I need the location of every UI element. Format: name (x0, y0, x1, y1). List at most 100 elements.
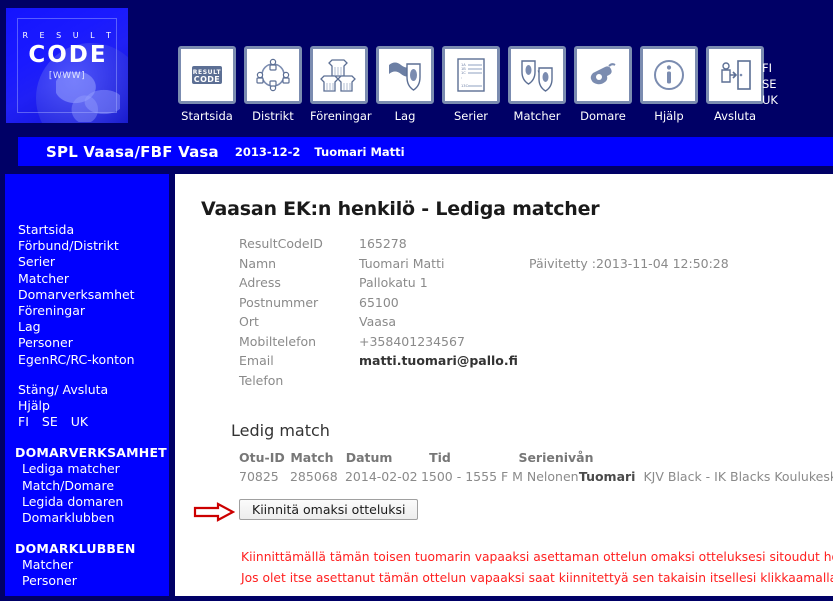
titlebar-user: Tuomari Matti (314, 144, 405, 159)
logo-www-text: [WWW] (48, 71, 86, 81)
field-label-postnummer: Postnummer (239, 294, 319, 310)
warning-messages: Kiinnittämällä tämän toisen tuomarin vap… (241, 547, 833, 589)
field-value-resultcodeid: 165278 (359, 236, 407, 251)
nav-item-serier[interactable]: 1A 1B 1C :13C Serier (442, 46, 500, 123)
logo-inner-frame: R E S U L T CODE [WWW] (17, 18, 117, 113)
cell-datum: 2014-02-02 (344, 469, 418, 484)
nav-button-hjalp[interactable] (640, 46, 698, 104)
exit-door-icon (721, 60, 751, 90)
field-value-adress: Pallokatu 1 (359, 275, 428, 290)
field-row-resultcodeid: ResultCodeID 165278 (239, 236, 833, 256)
field-row-ort: Ort Vaasa (239, 314, 833, 334)
sidebar-item-startsida[interactable]: Startsida (18, 222, 169, 238)
header-lang-se[interactable]: SE (762, 76, 778, 92)
sidebar-heading-domarverksamhet: DOMARVERKSAMHET (15, 445, 167, 461)
svg-text:CODE: CODE (194, 75, 220, 84)
page-title: Vaasan EK:n henkilö - Lediga matcher (201, 198, 600, 220)
sidebar-item-lag[interactable]: Lag (18, 319, 169, 335)
nav-item-hjalp[interactable]: Hjälp (640, 46, 698, 123)
sidebar-item-legida-domaren[interactable]: Legida domaren (22, 494, 169, 510)
match-table: Otu-ID Match Datum Tid Serienivån 70825 … (239, 450, 833, 489)
nav-button-distrikt[interactable] (244, 46, 302, 104)
sidebar-item-matcher[interactable]: Matcher (18, 271, 169, 287)
left-sidebar: Startsida Förbund/Distrikt Serier Matche… (5, 174, 169, 596)
table-header-datum: Datum (345, 450, 393, 465)
info-circle-icon (654, 60, 684, 90)
person-details: ResultCodeID 165278 Namn Tuomari Matti P… (239, 236, 833, 392)
header-lang-fi[interactable]: FI (762, 60, 778, 76)
sidebar-item-hjalp[interactable]: Hjälp (18, 398, 169, 414)
field-value-ort: Vaasa (359, 314, 397, 329)
nav-item-startsida[interactable]: RESULT CODE Startsida (178, 46, 236, 123)
nav-label-lag: Lag (394, 109, 416, 123)
sidebar-item-domarklubben[interactable]: Domarklubben (22, 510, 169, 526)
sidebar-item-stang-avsluta[interactable]: Stäng/ Avsluta (18, 382, 169, 398)
nav-label-hjalp: Hjälp (654, 109, 684, 123)
field-value-namn: Tuomari Matti (359, 255, 445, 271)
field-label-ort: Ort (239, 314, 259, 329)
nav-item-domare[interactable]: Domare (574, 46, 632, 123)
sidebar-lang-se[interactable]: SE (42, 414, 58, 430)
table-row[interactable]: 70825 285068 2014-02-02 1500 - 1555 F M … (239, 469, 833, 489)
nav-button-avsluta[interactable] (706, 46, 764, 104)
application-window: R E S U L T CODE [WWW] RESULT CODE Start… (0, 0, 833, 601)
nav-button-matcher[interactable]: VS (508, 46, 566, 104)
field-value-mobiltelefon: +358401234567 (359, 333, 465, 349)
sidebar-item-forbund-distrikt[interactable]: Förbund/Distrikt (18, 238, 169, 254)
nav-item-lag[interactable]: Lag (376, 46, 434, 123)
jerseys-icon (320, 59, 356, 92)
attach-match-button[interactable]: Kiinnitä omaksi otteluksi (239, 499, 419, 520)
field-row-email: Email matti.tuomari@pallo.fi (239, 353, 833, 373)
sidebar-item-personer[interactable]: Personer (18, 335, 169, 351)
sidebar-item-lediga-matcher[interactable]: Lediga matcher (22, 461, 169, 477)
sidebar-item-klubb-personer[interactable]: Personer (22, 573, 169, 589)
field-row-adress: Adress Pallokatu 1 (239, 275, 833, 295)
cell-tid: 1500 - 1555 (420, 469, 498, 484)
sidebar-item-serier[interactable]: Serier (18, 254, 169, 270)
header-language-switcher: FI SE UK (762, 60, 778, 108)
pointer-arrow-icon (193, 502, 235, 522)
cell-teams-venue: KJV Black - IK Blacks Koulukeskus, Kar (643, 469, 833, 484)
field-label-namn: Namn (239, 255, 277, 271)
field-label-resultcodeid: ResultCodeID (239, 236, 323, 251)
nav-label-matcher: Matcher (513, 109, 561, 123)
nav-button-startsida[interactable]: RESULT CODE (178, 46, 236, 104)
shields-versus-icon: VS (521, 60, 553, 92)
standings-list-icon: 1A1B1C :13C (457, 58, 485, 92)
nav-item-matcher[interactable]: VS Matcher (508, 46, 566, 123)
header-lang-uk[interactable]: UK (762, 92, 778, 108)
field-label-email: Email (239, 353, 274, 368)
resultcode-logo-icon: RESULT CODE (192, 66, 222, 84)
sidebar-item-klubb-matcher[interactable]: Matcher (22, 557, 169, 573)
resultcode-logo[interactable]: R E S U L T CODE [WWW] (6, 8, 128, 123)
field-row-mobiltelefon: Mobiltelefon +358401234567 (239, 334, 833, 354)
nav-button-domare[interactable] (574, 46, 632, 104)
sidebar-lang-fi[interactable]: FI (18, 414, 29, 430)
sidebar-item-domarverksamhet[interactable]: Domarverksamhet (18, 287, 169, 303)
sidebar-lang-uk[interactable]: UK (71, 414, 88, 430)
cell-role: Tuomari (578, 469, 636, 484)
whistle-icon (590, 63, 616, 85)
field-updated-timestamp: Päivitetty :2013-11-04 12:50:28 (529, 255, 729, 271)
warning-line-1: Kiinnittämällä tämän toisen tuomarin vap… (241, 550, 833, 564)
table-header-match: Match (290, 450, 334, 465)
nav-button-serier[interactable]: 1A 1B 1C :13C (442, 46, 500, 104)
nav-item-foreningar[interactable]: Föreningar (310, 46, 372, 123)
sidebar-heading-domarklubben: DOMARKLUBBEN (15, 541, 136, 557)
nav-item-avsluta[interactable]: Avsluta (706, 46, 764, 123)
nav-button-lag[interactable] (376, 46, 434, 104)
nav-button-foreningar[interactable] (310, 46, 368, 104)
nav-item-distrikt[interactable]: Distrikt (244, 46, 302, 123)
main-navigation: RESULT CODE Startsida Distrikt Föreninga… (178, 46, 764, 123)
sidebar-item-foreningar[interactable]: Föreningar (18, 303, 169, 319)
field-label-mobiltelefon: Mobiltelefon (239, 333, 317, 349)
sidebar-item-match-domare[interactable]: Match/Domare (22, 478, 169, 494)
field-row-namn: Namn Tuomari Matti Päivitetty :2013-11-0… (239, 256, 833, 276)
nav-label-avsluta: Avsluta (713, 109, 757, 123)
section-title-ledig-match: Ledig match (231, 421, 330, 440)
nav-label-domare: Domare (580, 109, 626, 123)
field-label-adress: Adress (239, 275, 281, 290)
sidebar-item-egenrc[interactable]: EgenRC/RC-konton (18, 352, 169, 368)
